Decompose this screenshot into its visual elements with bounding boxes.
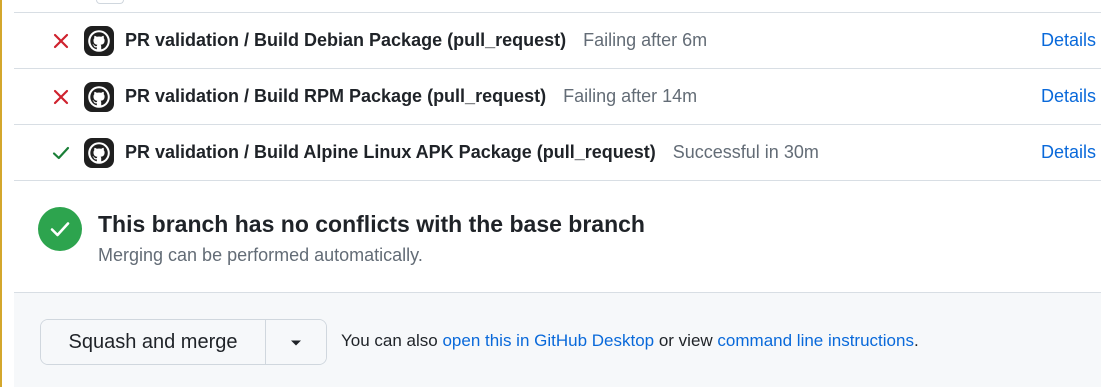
conflicts-status: This branch has no conflicts with the ba… [14, 183, 1101, 293]
x-icon [50, 30, 72, 52]
github-icon [84, 137, 114, 168]
merge-button-group: Squash and merge [40, 319, 327, 365]
triangle-down-icon [290, 335, 302, 350]
hint-suffix: . [913, 331, 919, 350]
check-row: PR validation / Build Debian Package (pu… [14, 13, 1101, 69]
details-link[interactable]: Details [1041, 30, 1096, 51]
hint-prefix: You can also [341, 331, 443, 350]
check-title: PR validation / Build Alpine Linux APK P… [125, 142, 656, 162]
check-status-text: Failing after 6m [583, 30, 708, 50]
conflicts-subtitle: Merging can be performed automatically. [98, 245, 423, 265]
squash-and-merge-button[interactable]: Squash and merge [41, 320, 266, 364]
check-circle-icon [38, 207, 82, 251]
conflicts-title: This branch has no conflicts with the ba… [98, 211, 645, 237]
previous-row-edge [96, 0, 124, 4]
details-link[interactable]: Details [1041, 142, 1096, 163]
x-icon [50, 86, 72, 108]
merge-hint: You can also open this in GitHub Desktop… [341, 331, 919, 351]
open-in-desktop-link[interactable]: open this in GitHub Desktop [442, 331, 654, 350]
merge-method-dropdown-button[interactable] [266, 320, 326, 364]
github-icon [84, 25, 114, 56]
check-status-text: Failing after 14m [563, 86, 698, 106]
hint-middle: or view [654, 331, 718, 350]
github-icon [84, 81, 114, 112]
merge-status-panel: PR validation / Build Debian Package (pu… [0, 0, 1101, 387]
check-icon [50, 142, 72, 164]
check-title: PR validation / Build Debian Package (pu… [125, 30, 567, 50]
check-title: PR validation / Build RPM Package (pull_… [125, 86, 547, 106]
check-status-text: Successful in 30m [672, 142, 819, 162]
check-row: PR validation / Build Alpine Linux APK P… [14, 125, 1101, 181]
check-row: PR validation / Build RPM Package (pull_… [14, 69, 1101, 125]
command-line-instructions-link[interactable]: command line instructions [717, 331, 914, 350]
merge-area: Squash and merge You can also open this … [14, 293, 1101, 387]
details-link[interactable]: Details [1041, 86, 1096, 107]
